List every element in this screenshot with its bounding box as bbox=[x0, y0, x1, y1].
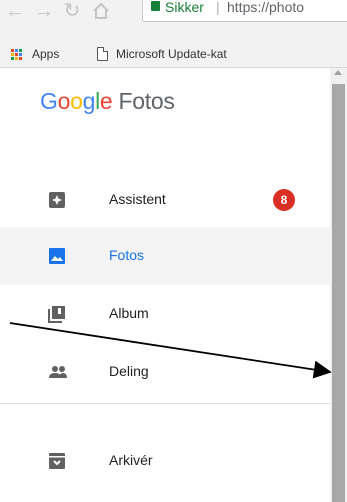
nav-item-arkiver[interactable]: Arkivér bbox=[0, 432, 330, 490]
nav-label-fotos: Fotos bbox=[109, 247, 145, 263]
assistant-icon bbox=[48, 191, 66, 209]
scrollbar-thumb[interactable] bbox=[332, 84, 345, 502]
reload-icon[interactable]: ↻ bbox=[61, 1, 83, 24]
bookmark-apps[interactable]: Apps bbox=[32, 47, 59, 61]
photo-icon bbox=[48, 247, 66, 265]
document-icon bbox=[97, 47, 108, 61]
url-text: https://photo bbox=[227, 0, 305, 15]
google-photos-logo[interactable]: Google Fotos bbox=[40, 88, 175, 115]
nav-item-deling[interactable]: Deling bbox=[0, 343, 330, 401]
people-icon bbox=[48, 363, 67, 381]
album-icon bbox=[48, 305, 66, 323]
secure-label: Sikker bbox=[165, 0, 204, 15]
archive-icon bbox=[48, 452, 66, 470]
back-arrow-icon[interactable]: ← bbox=[4, 1, 26, 24]
apps-grid-icon[interactable] bbox=[11, 49, 23, 61]
notification-badge: 8 bbox=[273, 189, 295, 211]
nav-item-fotos[interactable]: Fotos bbox=[0, 227, 330, 285]
bookmarks-bar: Apps Microsoft Update-kat bbox=[0, 38, 347, 68]
scroll-up-arrow-icon[interactable] bbox=[334, 70, 342, 75]
lock-icon bbox=[151, 1, 160, 11]
bookmark-microsoft-update[interactable]: Microsoft Update-kat bbox=[116, 47, 227, 61]
address-bar[interactable]: Sikker | https://photo bbox=[142, 0, 347, 22]
logo-fotos-text: Fotos bbox=[118, 88, 175, 114]
nav-label-deling: Deling bbox=[109, 363, 149, 379]
nav-divider bbox=[0, 403, 330, 404]
url-separator: | bbox=[216, 0, 220, 15]
nav-item-album[interactable]: Album bbox=[0, 285, 330, 343]
nav-label-arkiver: Arkivér bbox=[109, 452, 153, 468]
nav-label-assistent: Assistent bbox=[109, 191, 166, 207]
forward-arrow-icon[interactable]: → bbox=[33, 1, 55, 24]
nav-item-assistent[interactable]: Assistent 8 bbox=[0, 171, 330, 229]
nav-label-album: Album bbox=[109, 305, 149, 321]
home-icon[interactable] bbox=[90, 2, 112, 24]
browser-toolbar: ← → ↻ Sikker | https://photo bbox=[0, 0, 347, 38]
google-wordmark: Google bbox=[40, 88, 113, 114]
